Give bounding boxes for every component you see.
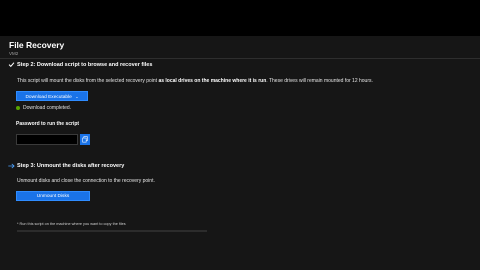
step2-title: Step 2: Download script to browse and re… xyxy=(17,62,153,68)
chevron-down-icon: ⌄ xyxy=(75,94,79,99)
page-title: File Recovery xyxy=(9,40,65,50)
step2-description: This script will mount the disks from th… xyxy=(17,78,373,84)
password-field[interactable] xyxy=(16,134,78,145)
password-label: Password to run the script xyxy=(16,121,80,127)
copy-icon xyxy=(82,136,88,143)
footnote-2-obscured xyxy=(17,230,207,232)
file-recovery-blade xyxy=(0,36,480,270)
checkmark-icon-svg xyxy=(8,62,14,68)
unmount-button-label: Unmount Disks xyxy=(36,194,70,199)
arrow-right-icon xyxy=(7,163,15,171)
step2-description-bold: as local drives on the machine where it … xyxy=(158,78,267,84)
step2-description-prefix: This script will mount the disks from th… xyxy=(17,78,159,84)
step3-title: Step 3: Unmount the disks after recovery xyxy=(17,163,125,169)
header-divider xyxy=(0,58,480,59)
success-dot-icon xyxy=(16,105,20,110)
download-executable-button[interactable]: Download Executable ⌄ xyxy=(16,91,88,101)
top-letterbox xyxy=(0,0,480,36)
step3-description: Unmount disks and close the connection t… xyxy=(17,178,155,184)
unmount-disks-button[interactable]: Unmount Disks xyxy=(16,191,90,201)
download-status: Download completed. xyxy=(16,105,71,111)
screen-frame: File Recovery VM2 Step 2: Download scrip… xyxy=(0,0,480,270)
download-status-text: Download completed. xyxy=(23,105,72,111)
step2-description-suffix: . These drives will remain mounted for 1… xyxy=(266,78,373,84)
page-subtitle: VM2 xyxy=(9,51,19,56)
checkmark-icon xyxy=(7,61,15,69)
download-button-label: Download Executable xyxy=(25,95,72,100)
footnote-1: * Run this script on the machine where y… xyxy=(17,222,126,226)
arrow-right-icon-svg xyxy=(7,163,15,169)
copy-password-button[interactable] xyxy=(80,134,90,145)
